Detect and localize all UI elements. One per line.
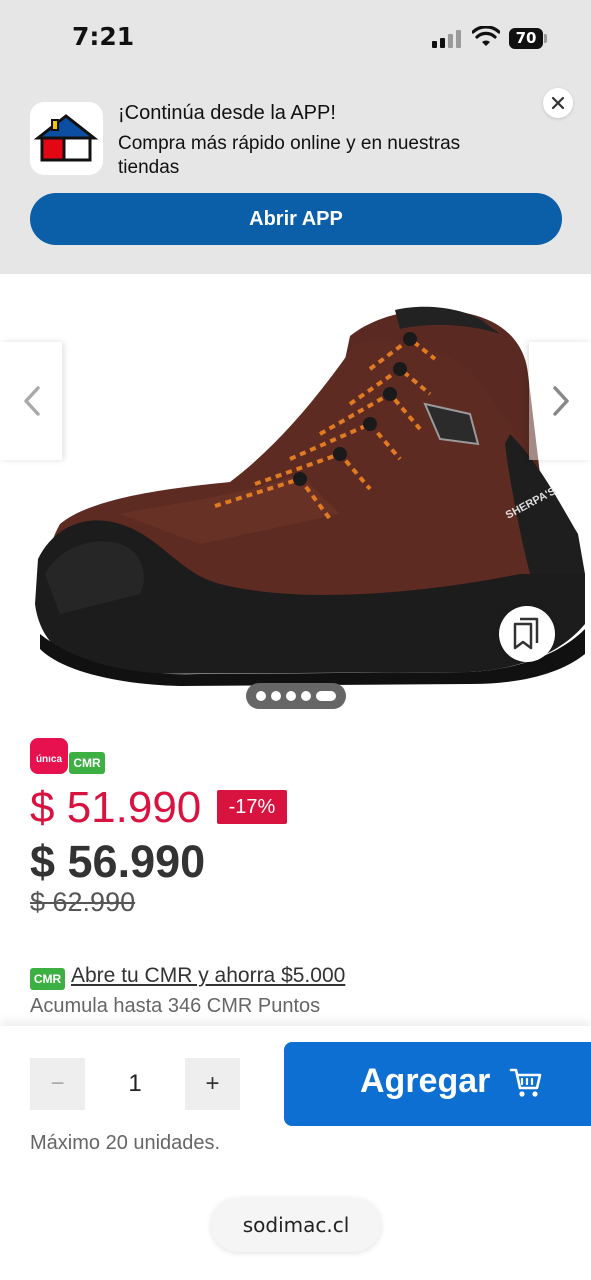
signal-icon xyxy=(432,30,462,48)
product-image-carousel[interactable]: SHERPA'S xyxy=(0,274,591,714)
carousel-prev-button[interactable] xyxy=(0,342,62,460)
chevron-right-icon xyxy=(553,386,569,416)
save-to-list-button[interactable] xyxy=(499,606,555,662)
battery-tip xyxy=(544,34,547,43)
discount-badge: -17% xyxy=(217,790,287,824)
internet-price: $ 56.990 xyxy=(30,836,206,887)
badge-cmr: CMR xyxy=(69,752,105,774)
quantity-decrease-button[interactable]: − xyxy=(30,1058,85,1110)
add-to-cart-bar: − 1 + Agregar Máximo 20 unidades. sodima… xyxy=(0,1026,591,1280)
quantity-increase-button[interactable]: + xyxy=(185,1058,240,1110)
status-bar: 7:21 70 xyxy=(0,0,591,78)
app-banner: ¡Continúa desde la APP! Compra más rápid… xyxy=(0,78,591,274)
open-app-button[interactable]: Abrir APP xyxy=(30,193,562,245)
payment-badges: únıca CMR xyxy=(30,738,110,778)
cmr-mini-badge: CMR xyxy=(30,968,65,990)
carousel-dot[interactable] xyxy=(301,691,311,701)
open-cmr-link[interactable]: Abre tu CMR y ahorra $5.000 xyxy=(71,964,345,988)
carousel-dot[interactable] xyxy=(286,691,296,701)
carousel-dot[interactable] xyxy=(271,691,281,701)
bookmark-stack-icon xyxy=(513,617,539,650)
banner-text: Compra más rápido online y en nuestras t… xyxy=(118,133,461,178)
close-banner-button[interactable] xyxy=(543,88,573,118)
battery-icon: 70 xyxy=(509,28,543,49)
close-icon xyxy=(551,96,565,110)
badge-unica: únıca xyxy=(30,738,68,774)
normal-price: $ 62.990 xyxy=(30,887,136,917)
quantity-value[interactable]: 1 xyxy=(85,1058,185,1110)
add-to-cart-button[interactable]: Agregar xyxy=(284,1042,591,1126)
cmr-price: $ 51.990 xyxy=(30,783,202,832)
max-units-text: Máximo 20 unidades. xyxy=(30,1132,221,1154)
sodimac-app-logo xyxy=(30,102,103,175)
carousel-dots xyxy=(246,683,346,709)
carousel-dot[interactable] xyxy=(316,691,336,701)
add-to-cart-label: Agregar xyxy=(360,1062,491,1100)
wifi-icon xyxy=(472,26,500,46)
chevron-left-icon xyxy=(24,386,40,416)
banner-title: ¡Continúa desde la APP! xyxy=(118,102,336,124)
browser-url-bar[interactable]: sodimac.cl xyxy=(211,1198,381,1252)
carousel-dot[interactable] xyxy=(256,691,266,701)
cart-icon xyxy=(509,1068,542,1097)
carousel-next-button[interactable] xyxy=(529,342,591,460)
cmr-points-text: Acumula hasta 346 CMR Puntos xyxy=(30,995,321,1017)
status-time: 7:21 xyxy=(72,22,135,51)
